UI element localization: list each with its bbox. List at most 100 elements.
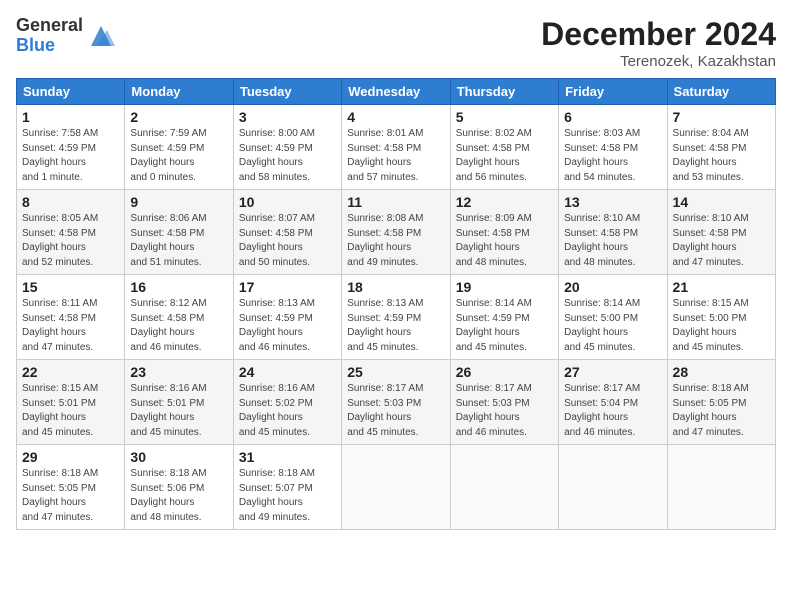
col-header-friday: Friday [559,79,667,105]
day-number: 8 [22,194,119,210]
day-number: 1 [22,109,119,125]
day-cell-14: 14 Sunrise: 8:10 AMSunset: 4:58 PMDayligh… [667,190,775,275]
day-cell-18: 18Sunrise: 8:13 AMSunset: 4:59 PMDayligh… [342,275,450,360]
day-detail: Sunrise: 7:58 AMSunset: 4:59 PMDaylight … [22,127,119,185]
logo-blue: Blue [16,36,83,56]
day-cell-21: 21 Sunrise: 8:15 AMSunset: 5:00 PMDayligh… [667,275,775,360]
day-cell-8: 8Sunrise: 8:05 AMSunset: 4:58 PMDaylight… [17,190,125,275]
day-cell-26: 26Sunrise: 8:17 AMSunset: 5:03 PMDayligh… [450,360,558,445]
day-number: 2 [130,109,227,125]
day-number: 27 [564,364,661,380]
day-number: 6 [564,109,661,125]
day-detail: Sunrise: 8:18 AMSunset: 5:05 PMDaylight … [22,467,119,525]
day-detail: Sunrise: 8:18 AMSunset: 5:07 PMDaylight … [239,467,336,525]
week-row-3: 15 Sunrise: 8:11 AMSunset: 4:58 PMDayligh… [17,275,776,360]
day-detail: Sunrise: 8:13 AMSunset: 4:59 PMDaylight … [347,297,444,355]
col-header-thursday: Thursday [450,79,558,105]
day-number: 26 [456,364,553,380]
day-number: 22 [22,364,119,380]
day-cell-4: 4Sunrise: 8:01 AMSunset: 4:58 PMDaylight… [342,105,450,190]
day-cell-10: 10 Sunrise: 8:07 AMSunset: 4:58 PMDayligh… [233,190,341,275]
day-cell-1: 1 Sunrise: 7:58 AMSunset: 4:59 PMDaylight… [17,105,125,190]
day-detail: Sunrise: 8:11 AMSunset: 4:58 PMDaylight … [22,297,119,355]
day-detail: Sunrise: 8:02 AMSunset: 4:58 PMDaylight … [456,127,553,185]
day-number: 23 [130,364,227,380]
col-header-sunday: Sunday [17,79,125,105]
week-row-5: 29 Sunrise: 8:18 AMSunset: 5:05 PMDayligh… [17,445,776,530]
location: Terenozek, Kazakhstan [541,53,776,70]
day-cell-11: 11Sunrise: 8:08 AMSunset: 4:58 PMDayligh… [342,190,450,275]
day-cell-3: 3 Sunrise: 8:00 AMSunset: 4:59 PMDaylight… [233,105,341,190]
day-number: 14 [673,194,770,210]
day-number: 17 [239,279,336,295]
day-cell-27: 27 Sunrise: 8:17 AMSunset: 5:04 PMDayligh… [559,360,667,445]
col-header-tuesday: Tuesday [233,79,341,105]
logo-icon [87,22,115,50]
day-number: 30 [130,449,227,465]
day-cell-31: 31 Sunrise: 8:18 AMSunset: 5:07 PMDayligh… [233,445,341,530]
logo-text: General Blue [16,16,83,56]
day-number: 28 [673,364,770,380]
day-number: 7 [673,109,770,125]
day-detail: Sunrise: 8:00 AMSunset: 4:59 PMDaylight … [239,127,336,185]
day-cell-13: 13Sunrise: 8:10 AMSunset: 4:58 PMDayligh… [559,190,667,275]
week-row-1: 1 Sunrise: 7:58 AMSunset: 4:59 PMDaylight… [17,105,776,190]
col-header-monday: Monday [125,79,233,105]
week-row-4: 22 Sunrise: 8:15 AMSunset: 5:01 PMDayligh… [17,360,776,445]
day-cell-9: 9Sunrise: 8:06 AMSunset: 4:58 PMDaylight… [125,190,233,275]
day-cell-20: 20Sunrise: 8:14 AMSunset: 5:00 PMDayligh… [559,275,667,360]
col-header-saturday: Saturday [667,79,775,105]
day-number: 19 [456,279,553,295]
day-detail: Sunrise: 8:06 AMSunset: 4:58 PMDaylight … [130,212,227,270]
page-container: General Blue December 2024 Terenozek, Ka… [0,0,792,612]
day-number: 21 [673,279,770,295]
day-detail: Sunrise: 8:10 AMSunset: 4:58 PMDaylight … [564,212,661,270]
day-cell-25: 25Sunrise: 8:17 AMSunset: 5:03 PMDayligh… [342,360,450,445]
day-detail: Sunrise: 8:10 AMSunset: 4:58 PMDaylight … [673,212,770,270]
day-number: 29 [22,449,119,465]
day-detail: Sunrise: 8:18 AMSunset: 5:05 PMDaylight … [673,382,770,440]
day-detail: Sunrise: 8:16 AMSunset: 5:02 PMDaylight … [239,382,336,440]
empty-cell [559,445,667,530]
logo: General Blue [16,16,115,56]
title-block: December 2024 Terenozek, Kazakhstan [541,16,776,70]
empty-cell [450,445,558,530]
day-number: 24 [239,364,336,380]
day-number: 15 [22,279,119,295]
day-cell-24: 24 Sunrise: 8:16 AMSunset: 5:02 PMDayligh… [233,360,341,445]
day-number: 16 [130,279,227,295]
day-cell-23: 23Sunrise: 8:16 AMSunset: 5:01 PMDayligh… [125,360,233,445]
day-number: 10 [239,194,336,210]
day-detail: Sunrise: 8:09 AMSunset: 4:58 PMDaylight … [456,212,553,270]
header: General Blue December 2024 Terenozek, Ka… [16,16,776,70]
logo-general: General [16,16,83,36]
calendar-table: SundayMondayTuesdayWednesdayThursdayFrid… [16,78,776,530]
header-row: SundayMondayTuesdayWednesdayThursdayFrid… [17,79,776,105]
day-detail: Sunrise: 8:18 AMSunset: 5:06 PMDaylight … [130,467,227,525]
day-detail: Sunrise: 8:04 AMSunset: 4:58 PMDaylight … [673,127,770,185]
day-number: 12 [456,194,553,210]
week-row-2: 8Sunrise: 8:05 AMSunset: 4:58 PMDaylight… [17,190,776,275]
day-detail: Sunrise: 8:15 AMSunset: 5:00 PMDaylight … [673,297,770,355]
day-number: 3 [239,109,336,125]
day-cell-7: 7 Sunrise: 8:04 AMSunset: 4:58 PMDaylight… [667,105,775,190]
day-detail: Sunrise: 8:01 AMSunset: 4:58 PMDaylight … [347,127,444,185]
day-detail: Sunrise: 8:08 AMSunset: 4:58 PMDaylight … [347,212,444,270]
day-number: 31 [239,449,336,465]
day-cell-28: 28 Sunrise: 8:18 AMSunset: 5:05 PMDayligh… [667,360,775,445]
month-title: December 2024 [541,16,776,53]
day-cell-29: 29 Sunrise: 8:18 AMSunset: 5:05 PMDayligh… [17,445,125,530]
day-detail: Sunrise: 8:12 AMSunset: 4:58 PMDaylight … [130,297,227,355]
col-header-wednesday: Wednesday [342,79,450,105]
empty-cell [667,445,775,530]
day-cell-17: 17Sunrise: 8:13 AMSunset: 4:59 PMDayligh… [233,275,341,360]
day-cell-30: 30 Sunrise: 8:18 AMSunset: 5:06 PMDayligh… [125,445,233,530]
day-detail: Sunrise: 8:07 AMSunset: 4:58 PMDaylight … [239,212,336,270]
day-detail: Sunrise: 8:17 AMSunset: 5:04 PMDaylight … [564,382,661,440]
day-detail: Sunrise: 8:15 AMSunset: 5:01 PMDaylight … [22,382,119,440]
day-detail: Sunrise: 8:17 AMSunset: 5:03 PMDaylight … [347,382,444,440]
day-cell-2: 2Sunrise: 7:59 AMSunset: 4:59 PMDaylight… [125,105,233,190]
day-detail: Sunrise: 8:03 AMSunset: 4:58 PMDaylight … [564,127,661,185]
day-cell-5: 5Sunrise: 8:02 AMSunset: 4:58 PMDaylight… [450,105,558,190]
day-cell-6: 6 Sunrise: 8:03 AMSunset: 4:58 PMDaylight… [559,105,667,190]
